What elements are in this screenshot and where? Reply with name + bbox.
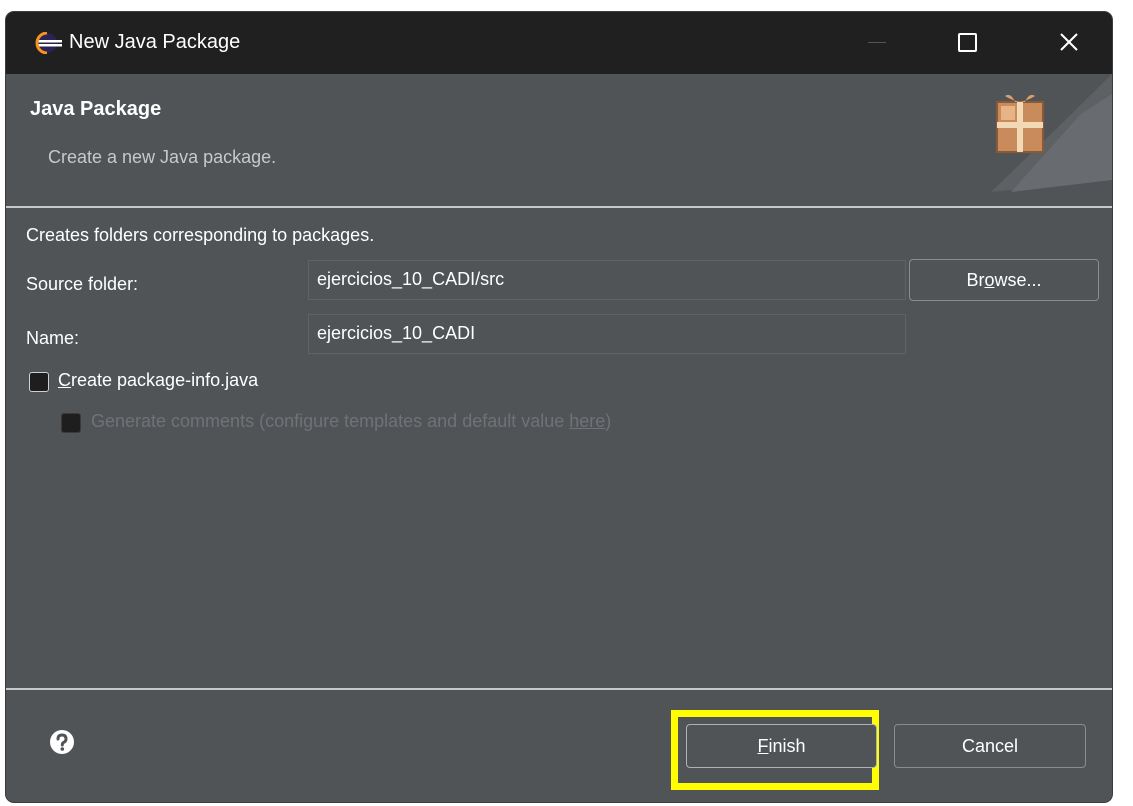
generate-comments-suffix: ): [605, 411, 612, 431]
cancel-button[interactable]: Cancel: [894, 724, 1086, 768]
page-description: Create a new Java package.: [48, 147, 277, 167]
create-package-info-checkbox[interactable]: [29, 372, 49, 392]
maximize-button[interactable]: [938, 12, 994, 74]
window-title: New Java Package: [69, 31, 241, 53]
browse-label-mnemonic: o: [984, 270, 995, 290]
generate-comments-text: Generate comments (configure templates a…: [91, 411, 570, 431]
new-java-package-dialog: New Java Package Java Package Create a n…: [6, 12, 1112, 802]
browse-label-pre: Br: [966, 270, 985, 290]
wizard-body: Creates folders corresponding to package…: [6, 208, 1112, 688]
intro-text: Creates folders corresponding to package…: [26, 225, 375, 245]
minimize-button[interactable]: [848, 12, 904, 74]
finish-mnemonic: F: [757, 736, 769, 756]
generate-comments-label: Generate comments (configure templates a…: [91, 411, 611, 432]
finish-rest: inish: [768, 736, 806, 756]
title-bar: New Java Package: [6, 12, 1112, 74]
generate-comments-checkbox: [61, 413, 81, 433]
close-icon: [1060, 33, 1078, 51]
create-package-info-label[interactable]: Create package-info.java: [58, 370, 258, 391]
create-package-info-rest: reate package-info.java: [71, 370, 259, 390]
source-folder-label: Source folder:: [26, 274, 139, 294]
page-title: Java Package: [30, 98, 162, 120]
source-folder-field[interactable]: ejercicios_10_CADI/src: [308, 260, 906, 300]
eclipse-logo-icon: [35, 32, 62, 54]
wizard-header: Java Package Create a new Java package.: [6, 74, 1112, 206]
finish-button[interactable]: Finish: [686, 724, 877, 768]
footer-separator: [6, 688, 1112, 690]
package-wizard-banner-icon: [991, 74, 1112, 192]
help-icon[interactable]: [49, 729, 75, 755]
browse-label-post: wse...: [994, 270, 1042, 290]
name-field[interactable]: ejercicios_10_CADI: [308, 314, 906, 354]
generate-comments-here-link[interactable]: here: [569, 411, 605, 431]
name-label: Name:: [26, 328, 80, 348]
close-button[interactable]: [1041, 12, 1097, 74]
browse-button[interactable]: Browse...: [909, 259, 1099, 301]
create-package-info-mnemonic: C: [58, 370, 71, 390]
